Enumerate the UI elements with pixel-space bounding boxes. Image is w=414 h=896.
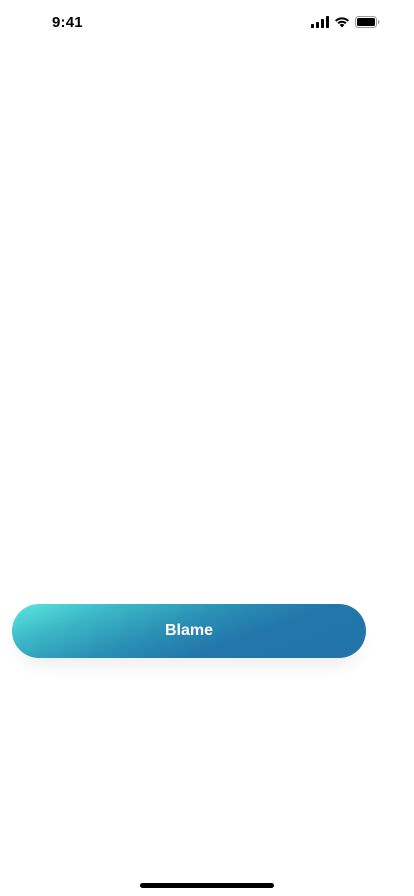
blame-button-label: Blame [164, 622, 214, 639]
battery-icon [355, 16, 380, 28]
cellular-signal-icon [311, 16, 329, 28]
wifi-icon [334, 16, 350, 28]
blame-button[interactable]: Blame [12, 604, 366, 658]
home-indicator[interactable] [140, 883, 274, 888]
status-bar: 9:41 [0, 0, 414, 44]
status-icons [311, 15, 380, 29]
status-time: 9:41 [52, 14, 83, 31]
